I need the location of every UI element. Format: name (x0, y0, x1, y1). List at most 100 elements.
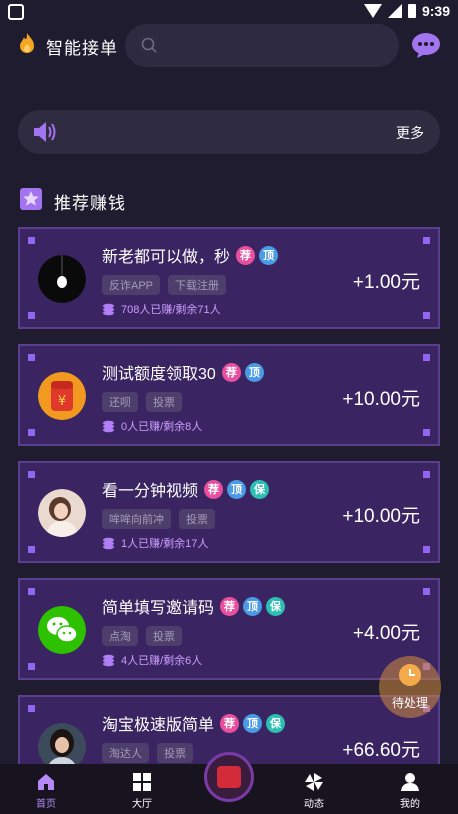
corner-dot (28, 588, 35, 595)
corner-dot (423, 312, 430, 319)
corner-dot (423, 546, 430, 553)
nav-hall-label: 大厅 (132, 799, 152, 810)
redpacket-avatar: ¥ (38, 372, 86, 420)
coins-icon (103, 654, 114, 666)
task-card[interactable]: ¥ 测试额度领取30 荐 顶 还呗 投票 0人已赚/剩余8人 +10.00元 (18, 344, 440, 446)
user-icon (401, 773, 419, 791)
top-badge: 顶 (243, 596, 263, 616)
corner-dot (423, 354, 430, 361)
corner-dot (423, 237, 430, 244)
task-title: 简单填写邀请码 (102, 600, 215, 617)
coins-icon (103, 420, 114, 432)
task-reward: +1.00元 (352, 272, 420, 293)
task-tag: 还呗 (102, 392, 138, 412)
task-reward: +4.00元 (352, 623, 420, 644)
nav-mine[interactable]: 我的 (380, 772, 440, 810)
corner-dot (423, 588, 430, 595)
top-badge: 顶 (243, 713, 263, 733)
task-tag: 反诈APP (102, 275, 161, 295)
message-icon[interactable] (411, 32, 441, 59)
guarantee-badge: 保 (266, 596, 286, 616)
wifi-icon (363, 4, 382, 18)
flame-logo-icon (20, 33, 34, 53)
task-tag: 点淘 (102, 626, 138, 646)
app-notification-icon (8, 4, 24, 20)
corner-dot (28, 354, 35, 361)
coins-icon (103, 303, 114, 315)
corner-dot (28, 705, 35, 712)
grid-icon (133, 773, 151, 791)
section-title: 推荐赚钱 (54, 194, 126, 213)
app-header: 智能接单 (0, 24, 458, 68)
task-progress: 708人已赚/剩余71人 (121, 304, 221, 316)
search-input[interactable] (125, 24, 399, 67)
coins-icon (103, 537, 114, 549)
status-time: 9:39 (421, 3, 450, 19)
top-badge: 顶 (244, 362, 264, 382)
corner-dot (28, 663, 35, 670)
task-tag: 投票 (146, 626, 182, 646)
aperture-icon (305, 773, 323, 791)
task-tag: 哞哞向前冲 (102, 509, 171, 529)
star-icon (20, 188, 42, 210)
nav-home-label: 首页 (36, 799, 56, 810)
wechat-avatar (38, 606, 86, 654)
task-title: 新老都可以做，秒 (102, 249, 231, 266)
task-tag: 投票 (157, 743, 193, 763)
task-title: 测试额度领取30 (102, 366, 216, 383)
speaker-icon (34, 122, 56, 142)
recommend-badge: 荐 (236, 245, 256, 265)
battery-icon (407, 4, 416, 18)
task-progress: 1人已赚/剩余17人 (121, 538, 209, 550)
svg-text:¥: ¥ (58, 394, 66, 409)
nav-moments[interactable]: 动态 (284, 772, 344, 810)
more-link[interactable]: 更多 (396, 123, 424, 143)
task-tag: 淘达人 (102, 743, 149, 763)
corner-dot (28, 429, 35, 436)
task-card[interactable]: 简单填写邀请码 荐 顶 保 点淘 投票 4人已赚/剩余6人 +4.00元 (18, 578, 440, 680)
pending-button[interactable]: 待处理 (379, 656, 441, 718)
task-tag: 投票 (179, 509, 215, 529)
center-redpacket-button[interactable] (204, 752, 254, 802)
recommend-badge: 荐 (220, 596, 240, 616)
signal-icon (387, 4, 402, 18)
nav-moments-label: 动态 (304, 799, 324, 810)
clock-icon (399, 664, 421, 686)
recommend-badge: 荐 (204, 479, 224, 499)
top-badge: 顶 (227, 479, 247, 499)
task-reward: +10.00元 (342, 506, 420, 527)
home-icon (38, 774, 54, 790)
bulb-avatar (38, 255, 86, 303)
nav-home[interactable]: 首页 (16, 772, 76, 810)
task-card[interactable]: 看一分钟视频 荐 顶 保 哞哞向前冲 投票 1人已赚/剩余17人 +10.00元 (18, 461, 440, 563)
recommend-badge: 荐 (221, 362, 241, 382)
task-progress: 0人已赚/剩余8人 (121, 421, 203, 433)
corner-dot (28, 237, 35, 244)
task-title: 淘宝极速版简单 (102, 717, 215, 734)
guarantee-badge: 保 (266, 713, 286, 733)
top-badge: 顶 (259, 245, 279, 265)
task-tag: 投票 (146, 392, 182, 412)
recommend-badge: 荐 (220, 713, 240, 733)
corner-dot (423, 429, 430, 436)
task-progress: 4人已赚/剩余6人 (121, 655, 203, 667)
corner-dot (423, 471, 430, 478)
task-reward: +10.00元 (342, 389, 420, 410)
task-card[interactable]: 新老都可以做，秒 荐 顶 反诈APP 下载注册 708人已赚/剩余71人 +1.… (18, 227, 440, 329)
corner-dot (28, 546, 35, 553)
nav-mine-label: 我的 (400, 799, 420, 810)
girl-avatar (38, 489, 86, 537)
status-bar: 9:39 (0, 0, 458, 24)
corner-dot (28, 471, 35, 478)
notice-bar[interactable]: 更多 (18, 110, 440, 154)
task-title: 看一分钟视频 (102, 483, 199, 500)
guarantee-badge: 保 (250, 479, 270, 499)
task-tag: 下载注册 (168, 275, 227, 295)
redpacket-icon (217, 766, 241, 788)
brand-title: 智能接单 (46, 39, 118, 58)
corner-dot (28, 312, 35, 319)
task-reward: +66.60元 (342, 740, 420, 761)
nav-hall[interactable]: 大厅 (112, 772, 172, 810)
pending-label: 待处理 (391, 696, 428, 710)
search-icon (141, 37, 157, 53)
